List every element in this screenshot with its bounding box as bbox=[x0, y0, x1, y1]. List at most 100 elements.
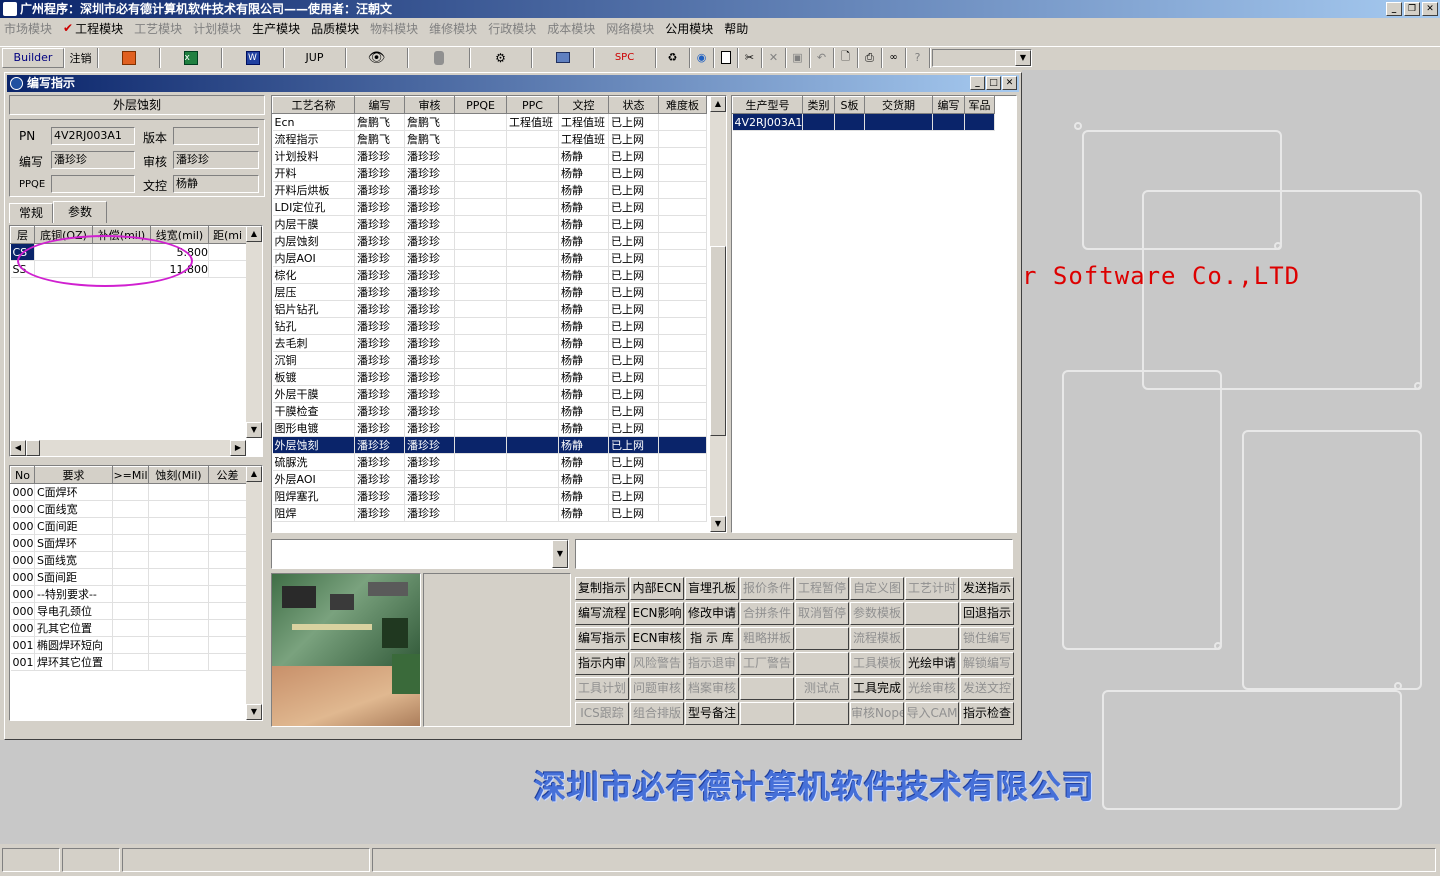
action-button[interactable]: 指示检查 bbox=[960, 702, 1014, 725]
remark-text-field[interactable] bbox=[575, 539, 1013, 569]
menu-item[interactable]: 公用模块 bbox=[665, 20, 713, 37]
scroll-up-icon[interactable]: ▲ bbox=[246, 226, 262, 242]
layer-grid-vscroll[interactable]: ▲ ▼ bbox=[246, 226, 262, 438]
table-row[interactable]: Ecn 詹鹏飞 詹鹏飞 工程值班 工程值班 已上网 bbox=[272, 113, 707, 131]
table-row[interactable]: 流程指示 詹鹏飞 詹鹏飞 工程值班 已上网 bbox=[272, 130, 707, 148]
action-button[interactable] bbox=[905, 602, 959, 625]
action-button[interactable] bbox=[795, 627, 849, 650]
table-row[interactable]: 板镀 潘珍珍 潘珍珍 杨静 已上网 bbox=[272, 368, 707, 386]
column-header[interactable]: No bbox=[10, 466, 35, 484]
action-button[interactable]: 工具完成 bbox=[850, 677, 904, 700]
table-row[interactable]: 计划投料 潘珍珍 潘珍珍 杨静 已上网 bbox=[272, 147, 707, 165]
req-grid-vscroll[interactable]: ▲ ▼ bbox=[246, 466, 262, 720]
vscroll-thumb[interactable] bbox=[710, 246, 726, 436]
action-button[interactable]: 锁住编写 bbox=[960, 627, 1014, 650]
sync-button[interactable]: ♻ bbox=[656, 47, 690, 68]
action-button[interactable]: 发送文控 bbox=[960, 677, 1014, 700]
menu-item[interactable]: 帮助 bbox=[724, 20, 748, 37]
action-button[interactable]: 档案审核 bbox=[685, 677, 739, 700]
table-row[interactable]: 内层AOI 潘珍珍 潘珍珍 杨静 已上网 bbox=[272, 249, 707, 267]
scroll-up-icon[interactable]: ▲ bbox=[246, 466, 262, 482]
table-row[interactable]: 铝片钻孔 潘珍珍 潘珍珍 杨静 已上网 bbox=[272, 300, 707, 318]
action-button[interactable]: 参数模板 bbox=[850, 602, 904, 625]
action-button[interactable]: 工具模板 bbox=[850, 652, 904, 675]
scroll-down-icon[interactable]: ▼ bbox=[246, 704, 262, 720]
requirements-grid[interactable]: No 要求 >=Mil 蚀刻(Mil) 公差 000 C面焊环 000 C面线宽 000 C面间距… bbox=[9, 465, 263, 721]
builder-button[interactable]: Builder bbox=[2, 47, 64, 68]
child-minimize-button[interactable]: _ bbox=[970, 76, 985, 90]
child-maximize-button[interactable]: □ bbox=[986, 76, 1001, 90]
action-button[interactable]: 工程暂停 bbox=[795, 577, 849, 600]
action-button[interactable]: 光绘审核 bbox=[905, 677, 959, 700]
process-grid-vscroll[interactable]: ▲ ▼ bbox=[710, 96, 726, 532]
column-header[interactable]: 编写 bbox=[354, 96, 405, 114]
table-row[interactable]: LDI定位孔 潘珍珍 潘珍珍 杨静 已上网 bbox=[272, 198, 707, 216]
column-header[interactable]: 距(mi bbox=[208, 226, 247, 244]
table-row[interactable]: 阻焊 潘珍珍 潘珍珍 杨静 已上网 bbox=[272, 504, 707, 522]
undo-button[interactable]: ↶ bbox=[810, 47, 834, 68]
menu-item[interactable]: 行政模块 bbox=[488, 20, 536, 37]
doc-control-field[interactable]: 杨静 bbox=[173, 175, 259, 193]
action-button[interactable]: 自定义图 bbox=[850, 577, 904, 600]
action-button[interactable]: 回退指示 bbox=[960, 602, 1014, 625]
table-row[interactable]: 沉铜 潘珍珍 潘珍珍 杨静 已上网 bbox=[272, 351, 707, 369]
toolbar-combo[interactable]: ▼ bbox=[932, 48, 1032, 67]
table-row[interactable]: 内层干膜 潘珍珍 潘珍珍 杨静 已上网 bbox=[272, 215, 707, 233]
action-button[interactable]: 风险警告 bbox=[630, 652, 684, 675]
action-button[interactable]: 内部ECN bbox=[630, 577, 684, 600]
menu-item[interactable]: 工程模块 bbox=[75, 20, 123, 37]
close-button[interactable]: ✕ bbox=[1422, 2, 1438, 16]
action-button[interactable]: 编写流程 bbox=[575, 602, 629, 625]
action-button[interactable]: ECN审核 bbox=[630, 627, 684, 650]
browser-button[interactable]: ◉ bbox=[690, 47, 714, 68]
table-row[interactable]: 外层蚀刻 潘珍珍 潘珍珍 杨静 已上网 bbox=[272, 436, 707, 454]
computer-button[interactable] bbox=[532, 47, 594, 68]
column-header[interactable]: 军品 bbox=[964, 96, 995, 114]
powerpoint-button[interactable] bbox=[98, 47, 160, 68]
child-close-button[interactable]: ✕ bbox=[1002, 76, 1017, 90]
action-button[interactable]: 工具计划 bbox=[575, 677, 629, 700]
action-button[interactable] bbox=[905, 627, 959, 650]
action-button[interactable]: 组合排版 bbox=[630, 702, 684, 725]
menu-item[interactable]: 品质模块 bbox=[311, 20, 359, 37]
writer-field[interactable]: 潘珍珍 bbox=[51, 151, 135, 169]
table-row[interactable]: 000 S面焊环 bbox=[10, 534, 247, 552]
column-header[interactable]: 编写 bbox=[932, 96, 965, 114]
menu-item[interactable]: 工艺模块 bbox=[134, 20, 182, 37]
table-row[interactable]: 钻孔 潘珍珍 潘珍珍 杨静 已上网 bbox=[272, 317, 707, 335]
table-row[interactable]: 000 C面线宽 bbox=[10, 500, 247, 518]
column-header[interactable]: S板 bbox=[834, 96, 865, 114]
scroll-down-icon[interactable]: ▼ bbox=[710, 516, 726, 532]
action-button[interactable]: 指示退审 bbox=[685, 652, 739, 675]
process-grid[interactable]: 工艺名称 编写 审核 PPQE PPC 文控 状态 难度板 Ecn 詹鹏飞 詹鹏飞 工程值班 工程值班… bbox=[271, 95, 727, 533]
table-row[interactable]: 外层AOI 潘珍珍 潘珍珍 杨静 已上网 bbox=[272, 470, 707, 488]
tab-params[interactable]: 参数 bbox=[53, 201, 107, 223]
column-header[interactable]: 层 bbox=[10, 226, 35, 244]
table-row[interactable]: 000 孔其它位置 bbox=[10, 619, 247, 637]
jup-button[interactable]: JUP bbox=[284, 47, 346, 68]
tab-normal[interactable]: 常规 bbox=[9, 203, 53, 223]
table-row[interactable]: 000 C面焊环 bbox=[10, 483, 247, 501]
column-header[interactable]: >=Mil bbox=[112, 466, 149, 484]
action-button[interactable]: 复制指示 bbox=[575, 577, 629, 600]
column-header[interactable]: 审核 bbox=[404, 96, 455, 114]
table-row[interactable]: 外层干膜 潘珍珍 潘珍珍 杨静 已上网 bbox=[272, 385, 707, 403]
table-row[interactable]: 层压 潘珍珍 潘珍珍 杨静 已上网 bbox=[272, 283, 707, 301]
column-header[interactable]: 状态 bbox=[608, 96, 659, 114]
menu-item[interactable]: 维修模块 bbox=[429, 20, 477, 37]
action-button[interactable] bbox=[740, 677, 794, 700]
action-button[interactable]: 盲埋孔板 bbox=[685, 577, 739, 600]
action-button[interactable]: 型号备注 bbox=[685, 702, 739, 725]
table-row[interactable]: 001 焊环其它位置 bbox=[10, 653, 247, 671]
table-row[interactable]: 阻焊塞孔 潘珍珍 潘珍珍 杨静 已上网 bbox=[272, 487, 707, 505]
column-header[interactable]: 交货期 bbox=[864, 96, 933, 114]
action-button[interactable]: 合拼条件 bbox=[740, 602, 794, 625]
menu-item[interactable]: 市场模块 bbox=[4, 20, 52, 37]
scroll-up-icon[interactable]: ▲ bbox=[710, 96, 726, 112]
action-button[interactable]: 指示内审 bbox=[575, 652, 629, 675]
menu-item[interactable]: 成本模块 bbox=[547, 20, 595, 37]
column-header[interactable]: PPC bbox=[506, 96, 559, 114]
table-row[interactable]: 干膜检查 潘珍珍 潘珍珍 杨静 已上网 bbox=[272, 402, 707, 420]
scroll-left-icon[interactable]: ◀ bbox=[10, 440, 26, 456]
action-button[interactable]: 解锁编写 bbox=[960, 652, 1014, 675]
